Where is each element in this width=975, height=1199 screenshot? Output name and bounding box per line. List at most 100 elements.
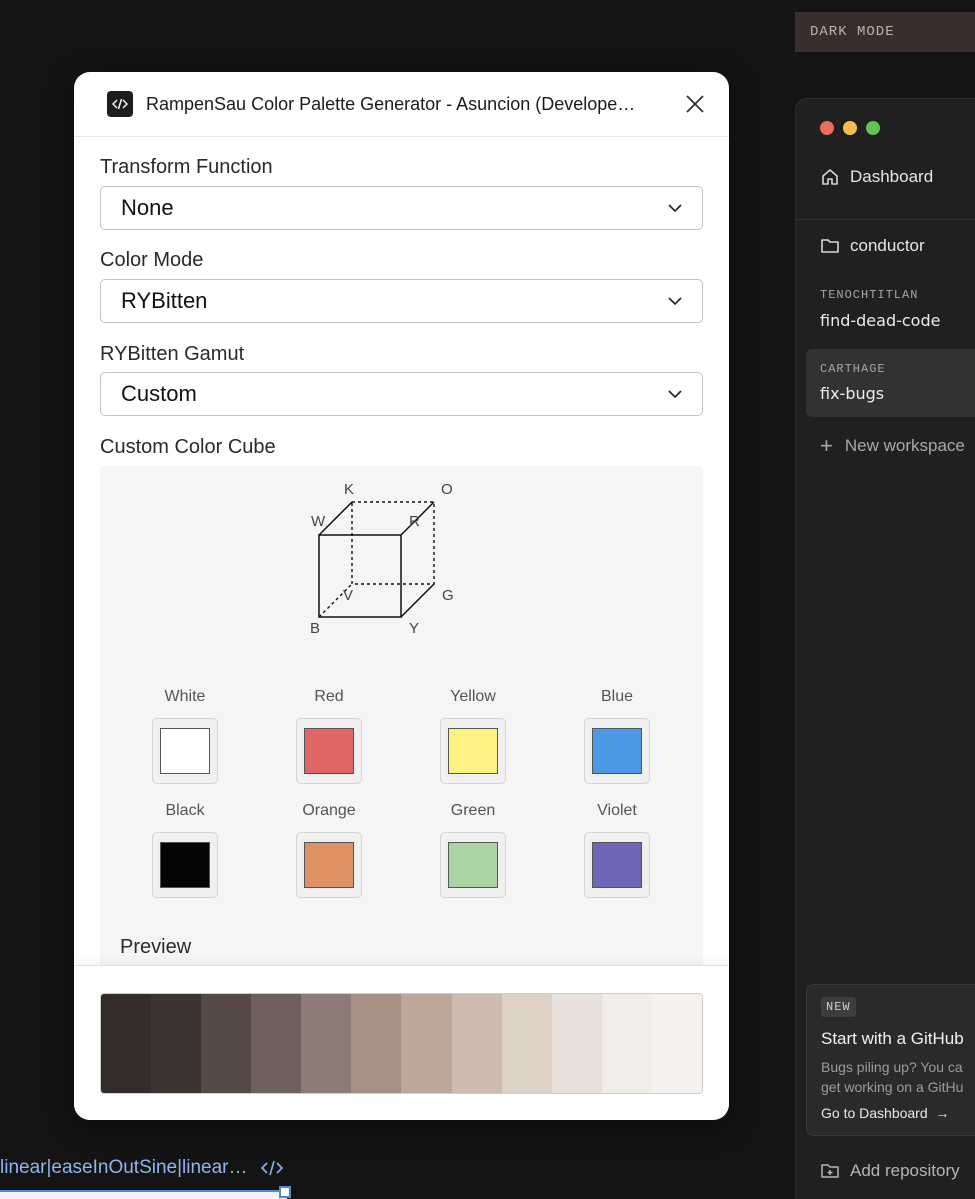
window-controls (820, 121, 880, 135)
swatch-yellow: Yellow (423, 688, 523, 784)
add-repository-button[interactable]: Add repository (820, 1161, 960, 1181)
swatch-color (304, 842, 354, 888)
zoom-window-button[interactable] (866, 121, 880, 135)
palette-color-chip (651, 994, 702, 1093)
swatch-violet: Violet (567, 802, 667, 898)
palette-color-chip (401, 994, 452, 1093)
palette-color-chip (101, 994, 152, 1093)
folder-icon (821, 239, 839, 253)
palette-color-chip (351, 994, 402, 1093)
code-icon (107, 91, 133, 117)
gamut-label: RYBitten Gamut (100, 343, 245, 365)
workspace-item[interactable]: find-dead-code (820, 311, 940, 330)
swatch-color (448, 728, 498, 774)
cube-corner-r: R (409, 513, 420, 530)
color-cube-diagram: K O W R V G B Y (310, 484, 454, 637)
close-icon (686, 95, 704, 113)
color-picker-button[interactable] (584, 832, 650, 898)
cube-corner-w: W (311, 513, 326, 530)
plus-icon: + (820, 433, 833, 458)
select-value: None (121, 195, 174, 220)
color-picker-button[interactable] (440, 718, 506, 784)
swatch-label: Black (165, 802, 205, 819)
palette-color-chip (151, 994, 202, 1093)
palette-preview-bar (74, 965, 729, 1120)
color-cube-panel: K O W R V G B Y White Red Yellow Blue Bl… (100, 466, 703, 1006)
card-body-line: Bugs piling up? You ca (821, 1059, 963, 1075)
minimize-window-button[interactable] (843, 121, 857, 135)
new-badge: NEW (821, 997, 856, 1017)
palette-preview-strip (100, 993, 703, 1094)
palette-color-chip (501, 994, 552, 1093)
cube-corner-k: K (344, 484, 354, 498)
chevron-down-icon (668, 296, 682, 305)
close-button[interactable] (683, 92, 707, 116)
transform-sequence-text[interactable]: linear|easeInOutSine|linear… (0, 1157, 248, 1179)
workspace-group-label: TENOCHTITLAN (820, 288, 919, 302)
sidebar-item-label: Dashboard (850, 167, 934, 186)
color-mode-select[interactable]: RYBitten (100, 279, 703, 323)
swatch-label: Violet (597, 802, 637, 819)
workspace-item-active[interactable] (806, 349, 975, 417)
color-picker-button[interactable] (296, 718, 362, 784)
dark-mode-label: DARK MODE (795, 12, 975, 52)
swatch-black: Black (135, 802, 235, 898)
cube-corner-o: O (441, 484, 453, 498)
color-cube-label: Custom Color Cube (100, 436, 276, 458)
palette-color-chip (251, 994, 302, 1093)
palette-color-chip (551, 994, 602, 1093)
swatch-label: Green (450, 802, 496, 819)
swatch-label: Yellow (450, 688, 496, 705)
close-window-button[interactable] (820, 121, 834, 135)
card-body: Bugs piling up? You ca get working on a … (821, 1057, 963, 1097)
color-picker-button[interactable] (152, 718, 218, 784)
new-workspace-label: New workspace (844, 436, 965, 455)
gamut-select[interactable]: Custom (100, 372, 703, 416)
palette-color-chip (301, 994, 352, 1093)
color-picker-button[interactable] (296, 832, 362, 898)
resize-handle[interactable] (279, 1186, 291, 1198)
color-picker-button[interactable] (584, 718, 650, 784)
swatch-color (160, 728, 210, 774)
color-picker-button[interactable] (152, 832, 218, 898)
color-mode-label: Color Mode (100, 249, 204, 271)
swatch-orange: Orange (279, 802, 379, 898)
swatch-color (160, 842, 210, 888)
swatch-red: Red (279, 688, 379, 784)
swatch-label: White (164, 688, 206, 705)
link-label: Go to Dashboard (821, 1105, 928, 1121)
dialog-title: RampenSau Color Palette Generator - Asun… (146, 93, 636, 114)
swatch-label: Blue (600, 688, 634, 705)
card-title: Start with a GitHub (821, 1029, 964, 1048)
sidebar-item-repo[interactable]: conductor (820, 236, 925, 256)
palette-color-chip (201, 994, 252, 1093)
color-picker-button[interactable] (440, 832, 506, 898)
go-to-dashboard-link[interactable]: Go to Dashboard → (821, 1105, 949, 1121)
select-value: RYBitten (121, 288, 208, 313)
chevron-down-icon (668, 203, 682, 212)
select-value: Custom (121, 381, 197, 406)
card-body-line: get working on a GitHu (821, 1079, 964, 1095)
code-icon[interactable] (260, 1158, 284, 1178)
workspace-item[interactable]: fix-bugs (820, 384, 884, 403)
palette-generator-dialog: RampenSau Color Palette Generator - Asun… (74, 72, 729, 1120)
transform-function-label: Transform Function (100, 156, 273, 178)
github-promo-card: NEW Start with a GitHub Bugs piling up? … (806, 984, 975, 1136)
cube-corner-v: V (343, 587, 353, 604)
swatch-green: Green (423, 802, 523, 898)
chevron-down-icon (668, 389, 682, 398)
transform-function-select[interactable]: None (100, 186, 703, 230)
arrow-right-icon: → (931, 1105, 950, 1121)
sidebar-item-dashboard[interactable]: Dashboard (820, 167, 933, 187)
sidebar-divider (796, 219, 975, 220)
sidebar-item-label: conductor (850, 236, 925, 255)
swatch-label: Orange (302, 802, 356, 819)
palette-color-chip (601, 994, 652, 1093)
new-workspace-button[interactable]: + New workspace (820, 433, 965, 459)
home-icon (822, 169, 838, 185)
folder-plus-icon (821, 1164, 839, 1178)
dialog-header: RampenSau Color Palette Generator - Asun… (74, 72, 729, 137)
cube-corner-b: B (310, 620, 320, 637)
cube-corner-g: G (442, 587, 454, 604)
swatch-label: Red (314, 688, 344, 705)
